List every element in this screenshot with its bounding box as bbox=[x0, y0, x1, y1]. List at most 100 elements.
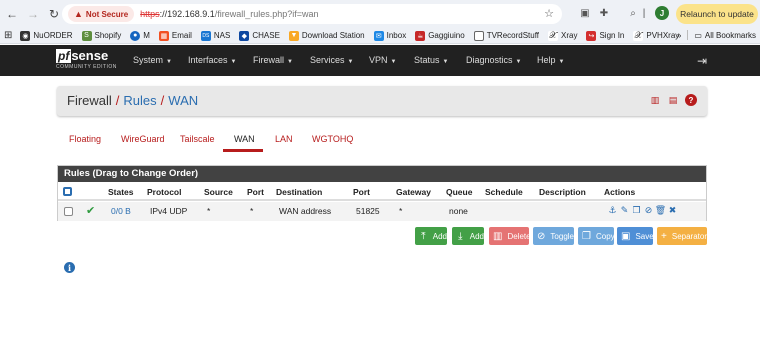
save-button[interactable]: ▣ Save bbox=[617, 227, 654, 245]
menu-services[interactable]: Services ▼ bbox=[310, 55, 353, 65]
rule-dest-port: 51825 bbox=[356, 206, 380, 216]
help-icon[interactable]: ? bbox=[685, 94, 697, 106]
caret-down-icon: ▼ bbox=[558, 59, 565, 65]
sign-in-icon: ↪ bbox=[586, 30, 597, 41]
col-schedule: Schedule bbox=[485, 187, 523, 197]
all-bookmarks-button[interactable]: All Bookmarks bbox=[705, 31, 756, 40]
header-divider bbox=[58, 199, 706, 201]
breadcrumb-icons: ▥ ▤ ? bbox=[649, 94, 697, 106]
extension-icon[interactable]: ▣ bbox=[578, 6, 592, 20]
delete-button[interactable]: ▥ Delete bbox=[489, 227, 531, 245]
divider bbox=[687, 30, 689, 40]
apps-grid-icon[interactable]: ⊞ bbox=[4, 30, 12, 41]
col-source: Source bbox=[204, 187, 233, 197]
rule-gateway: * bbox=[399, 206, 403, 216]
pfsense-logo[interactable]: pf sense COMMUNITY EDITION bbox=[56, 49, 118, 73]
bookmark-item[interactable]: ● M bbox=[130, 30, 150, 41]
close-icon[interactable]: ✖ bbox=[667, 204, 678, 216]
logout-icon[interactable]: ⇥ bbox=[697, 54, 707, 68]
bookmarks-bar: ⊞ ◉ NuORDER S Shopify ● M ▦ Email DS NAS ◆ CHA… bbox=[0, 28, 760, 44]
log-icon[interactable]: ▤ bbox=[667, 94, 679, 106]
col-states: States bbox=[108, 187, 134, 197]
caret-down-icon: ▼ bbox=[442, 59, 449, 65]
add-top-button[interactable]: ⤒ Add bbox=[415, 227, 447, 245]
select-all-checkbox[interactable] bbox=[63, 187, 72, 196]
tab-search-icon[interactable]: ⌕ bbox=[626, 6, 640, 20]
toggle-button[interactable]: ⊘ Toggle bbox=[533, 227, 574, 245]
bookmark-item[interactable]: ▦ Email bbox=[158, 30, 192, 41]
bookmark-item[interactable]: ◉ NuORDER bbox=[20, 30, 73, 41]
chart-icon[interactable]: ▥ bbox=[649, 94, 661, 106]
tab-wireguard[interactable]: WireGuard bbox=[121, 134, 165, 144]
save-icon: ▣ bbox=[621, 230, 631, 242]
add-bottom-button[interactable]: ⤓ Add bbox=[452, 227, 484, 245]
reload-icon[interactable]: ↻ bbox=[45, 5, 63, 23]
tab-tailscale[interactable]: Tailscale bbox=[180, 134, 215, 144]
anchor-icon[interactable]: ⚓ bbox=[607, 204, 618, 216]
menu-interfaces[interactable]: Interfaces ▼ bbox=[188, 55, 236, 65]
avatar[interactable]: J bbox=[655, 6, 669, 20]
tab-floating[interactable]: Floating bbox=[69, 134, 101, 144]
bookmark-item[interactable]: ✉ Inbox bbox=[373, 30, 406, 41]
url-text[interactable]: https://192.168.9.1/firewall_rules.php?i… bbox=[140, 9, 318, 19]
menu-system[interactable]: System ▼ bbox=[133, 55, 172, 65]
breadcrumb-rules-link[interactable]: Rules bbox=[123, 93, 156, 108]
bookmark-item[interactable]: 𝒳 PVHXray bbox=[633, 30, 679, 41]
relaunch-button[interactable]: Relaunch to update bbox=[676, 4, 758, 24]
tab-wgtohq[interactable]: WGTOHQ bbox=[312, 134, 353, 144]
bookmark-item[interactable]: DS NAS bbox=[200, 30, 230, 41]
menu-help[interactable]: Help ▼ bbox=[537, 55, 564, 65]
arrow-up-icon: ⤒ bbox=[421, 230, 426, 242]
enabled-check-icon[interactable]: ✔ bbox=[86, 204, 95, 217]
bookmark-item[interactable]: TVRecordStuff bbox=[473, 30, 539, 41]
tab-wan[interactable]: WAN bbox=[234, 134, 255, 144]
rules-panel: Rules (Drag to Change Order) States Prot… bbox=[57, 165, 707, 221]
disable-icon[interactable]: ⊘ bbox=[643, 204, 654, 216]
menu-diagnostics[interactable]: Diagnostics ▼ bbox=[466, 55, 521, 65]
bookmark-item[interactable]: ▼ Download Station bbox=[288, 30, 365, 41]
col-queue: Queue bbox=[446, 187, 473, 197]
shopify-icon: S bbox=[81, 30, 92, 41]
tab-lan[interactable]: LAN bbox=[275, 134, 293, 144]
menu-status[interactable]: Status ▼ bbox=[414, 55, 448, 65]
edit-pencil-icon[interactable]: ✎ bbox=[619, 204, 630, 216]
bookmark-item[interactable]: ☕ Gaggiuino bbox=[415, 30, 465, 41]
copy-button[interactable]: ❐ Copy bbox=[578, 227, 615, 245]
info-icon[interactable]: i bbox=[64, 262, 75, 273]
xray-icon: 𝒳 bbox=[548, 30, 559, 41]
bookmark-star-icon[interactable]: ☆ bbox=[544, 7, 554, 20]
microsoft-icon: ▦ bbox=[158, 30, 169, 41]
more-bookmarks-button[interactable]: » bbox=[677, 31, 681, 40]
rule-protocol: IPv4 UDP bbox=[150, 206, 188, 216]
breadcrumb-wan-link[interactable]: WAN bbox=[168, 93, 198, 108]
divider-icon: | bbox=[642, 7, 646, 19]
bookmark-item[interactable]: S Shopify bbox=[81, 30, 121, 41]
copy-rule-icon[interactable]: ❐ bbox=[631, 204, 642, 216]
caret-down-icon: ▼ bbox=[287, 59, 293, 65]
bookmark-item[interactable]: ↪ Sign In bbox=[586, 30, 624, 41]
separator-button[interactable]: + Separator bbox=[657, 227, 707, 245]
rule-queue: none bbox=[449, 206, 468, 216]
menu-firewall[interactable]: Firewall ▼ bbox=[253, 55, 293, 65]
forward-icon[interactable]: → bbox=[24, 5, 42, 23]
active-tab-indicator bbox=[223, 149, 263, 152]
rule-checkbox[interactable] bbox=[64, 207, 73, 216]
bookmark-item[interactable]: ◆ CHASE bbox=[239, 30, 280, 41]
not-secure-badge[interactable]: ▲ Not Secure bbox=[68, 6, 135, 22]
rule-source: * bbox=[207, 206, 211, 216]
inbox-icon: ✉ bbox=[373, 30, 384, 41]
plus-icon: + bbox=[661, 230, 667, 242]
back-icon[interactable]: ← bbox=[3, 5, 21, 23]
globe-icon: ● bbox=[130, 30, 141, 41]
page-title: Firewall / Rules / WAN bbox=[67, 93, 199, 108]
chase-icon: ◆ bbox=[239, 30, 250, 41]
rules-panel-title: Rules (Drag to Change Order) bbox=[58, 166, 706, 182]
address-bar[interactable]: ▲ Not Secure https://192.168.9.1/firewall… bbox=[62, 4, 562, 24]
menu-vpn[interactable]: VPN ▼ bbox=[369, 55, 396, 65]
col-destination: Destination bbox=[276, 187, 323, 197]
delete-trash-icon[interactable]: 🗑 bbox=[655, 204, 666, 216]
puzzle-icon[interactable]: ✚ bbox=[597, 6, 611, 20]
col-dest-port: Port bbox=[353, 187, 370, 197]
rule-states-link[interactable]: 0/0 B bbox=[111, 206, 131, 216]
bookmark-item[interactable]: 𝒳 Xray bbox=[548, 30, 577, 41]
